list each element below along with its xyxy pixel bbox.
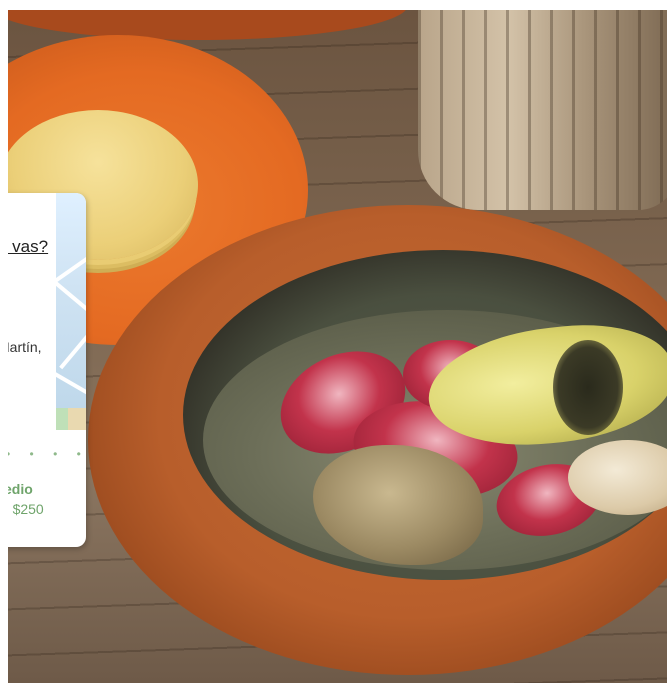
wooden-stump (418, 10, 667, 210)
hero-food-photo: e vas? 0 1 Martín, • • • • • edio : $250 (8, 10, 667, 683)
price-key: : (8, 501, 9, 517)
clay-plate-rim (8, 10, 408, 40)
price-value: $250 (12, 501, 44, 517)
divider-dots: • • • • • (8, 447, 86, 461)
price-label: edio (8, 481, 33, 497)
address-line: Martín, (8, 339, 42, 355)
card-heading-link[interactable]: e vas? (8, 237, 48, 257)
pepper-char (553, 340, 623, 435)
restaurant-info-card[interactable]: e vas? 0 1 Martín, • • • • • edio : $250 (8, 193, 86, 547)
price-row: : $250 (8, 501, 44, 517)
map-thumbnail[interactable] (56, 193, 86, 430)
